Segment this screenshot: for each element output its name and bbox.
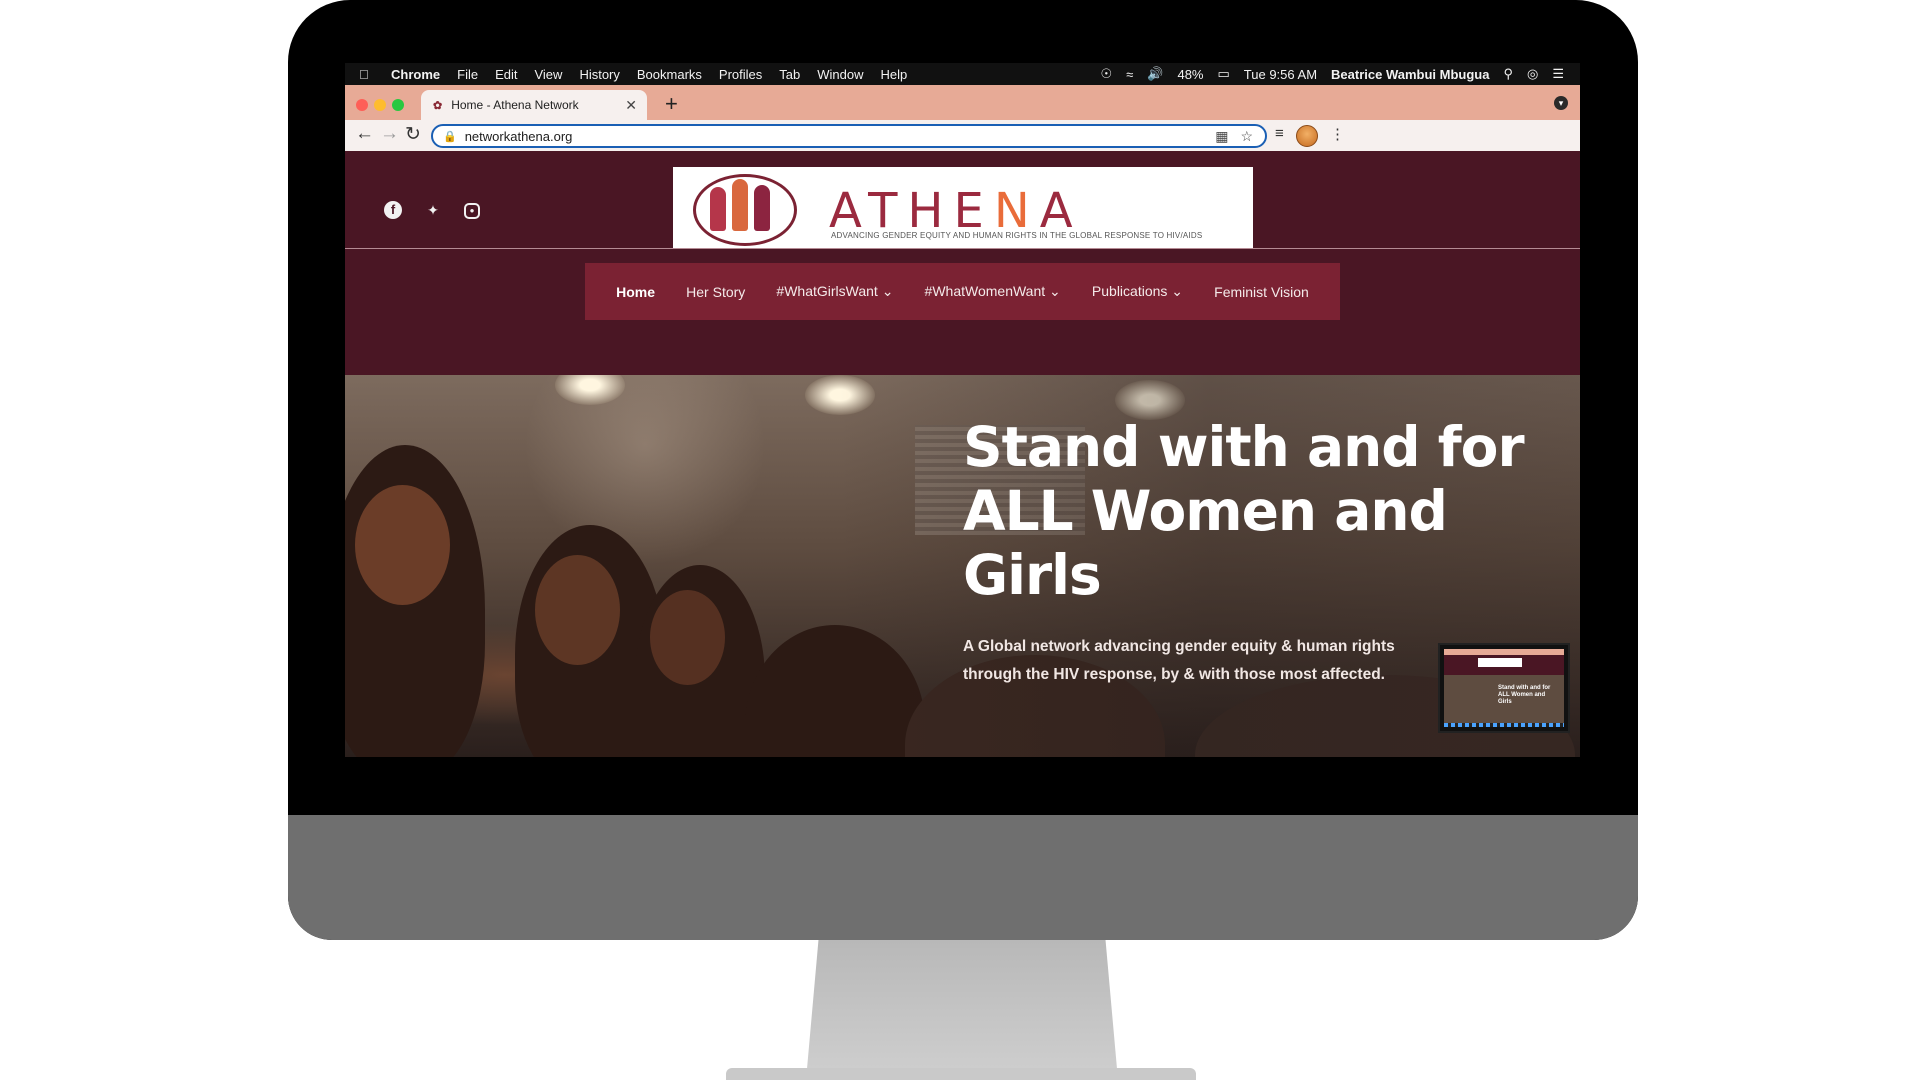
screen:  Chrome File Edit View History Bookmark… bbox=[345, 63, 1580, 757]
imac-chin bbox=[288, 815, 1638, 940]
nav-label: #WhatGirlsWant bbox=[776, 283, 878, 299]
url-text[interactable]: networkathena.org bbox=[465, 129, 1216, 144]
facebook-icon[interactable]: f bbox=[384, 201, 402, 219]
site-header: f ✦ ● ATHENA ADVANCING GENDER EQUITY AND… bbox=[345, 151, 1580, 255]
nav-label: Her Story bbox=[686, 283, 746, 300]
back-arrow-icon[interactable]: ← bbox=[355, 123, 374, 145]
user-name[interactable]: Beatrice Wambui Mbugua bbox=[1331, 67, 1489, 82]
imac-stand bbox=[806, 940, 1118, 1080]
thumbnail-dock bbox=[1444, 723, 1564, 727]
wifi-icon[interactable]: ≈ bbox=[1126, 67, 1133, 82]
nav-what-women-want[interactable]: #WhatWomenWant ⌄ bbox=[925, 283, 1061, 300]
chevron-down-icon: ⌄ bbox=[1049, 283, 1061, 299]
menu-tab[interactable]: Tab bbox=[779, 67, 800, 82]
emblem-figure bbox=[710, 187, 726, 231]
control-center-icon[interactable]: ☰ bbox=[1552, 66, 1564, 82]
reading-list-icon[interactable]: ≡ bbox=[1275, 125, 1284, 142]
volume-icon[interactable]: 🔊 bbox=[1147, 66, 1163, 82]
web-page: f ✦ ● ATHENA ADVANCING GENDER EQUITY AND… bbox=[345, 151, 1580, 757]
emblem-figure bbox=[732, 179, 748, 231]
browser-tab[interactable]: ✿ Home - Athena Network ✕ bbox=[421, 90, 647, 120]
menu-app-name[interactable]: Chrome bbox=[391, 67, 440, 82]
menu-profiles[interactable]: Profiles bbox=[719, 67, 762, 82]
screenshot-thumbnail[interactable]: Stand with and for ALL Women and Girls bbox=[1438, 643, 1570, 733]
chevron-down-icon: ⌄ bbox=[881, 283, 894, 299]
nav-home[interactable]: Home bbox=[616, 284, 655, 300]
siri-icon[interactable]: ◎ bbox=[1527, 66, 1538, 82]
tab-search-icon[interactable]: ▾ bbox=[1554, 96, 1568, 110]
spotlight-search-icon[interactable]: ⚲ bbox=[1503, 66, 1513, 82]
nav-her-story[interactable]: Her Story bbox=[686, 284, 745, 300]
qr-code-icon[interactable]: ▦ bbox=[1215, 128, 1228, 145]
mac-menu-bar:  Chrome File Edit View History Bookmark… bbox=[345, 63, 1580, 85]
nav-label: Feminist Vision bbox=[1214, 283, 1309, 300]
thumbnail-hero-title: Stand with and for ALL Women and Girls bbox=[1498, 685, 1551, 705]
tab-strip: ✿ Home - Athena Network ✕ + ▾ bbox=[345, 85, 1580, 120]
hero-title: Stand with and for ALL Women and Girls bbox=[963, 415, 1525, 607]
accessibility-icon[interactable]: ☉ bbox=[1100, 66, 1112, 82]
tab-title: Home - Athena Network bbox=[451, 98, 579, 112]
imac-stand-base bbox=[726, 1068, 1196, 1080]
battery-percent: 48% bbox=[1177, 66, 1204, 82]
nav-publications[interactable]: Publications ⌄ bbox=[1092, 283, 1183, 300]
athena-emblem bbox=[693, 174, 797, 246]
nav-feminist-vision[interactable]: Feminist Vision bbox=[1214, 284, 1309, 300]
close-window-button[interactable] bbox=[356, 99, 368, 111]
nav-label: Publications bbox=[1091, 283, 1168, 299]
menu-help[interactable]: Help bbox=[881, 67, 908, 82]
profile-avatar[interactable] bbox=[1296, 125, 1318, 147]
clock[interactable]: Tue 9:56 AM bbox=[1244, 67, 1317, 82]
browser-toolbar: ← → ↻ 🔒 networkathena.org ▦ ☆ ≡ ⋮ bbox=[345, 120, 1580, 152]
zoom-window-button[interactable] bbox=[392, 99, 404, 111]
nav-band: Home Her Story #WhatGirlsWant ⌄ #WhatWom… bbox=[345, 249, 1580, 375]
imac-frame:  Chrome File Edit View History Bookmark… bbox=[288, 0, 1638, 940]
menu-window[interactable]: Window bbox=[817, 67, 863, 82]
chevron-down-icon: ⌄ bbox=[1171, 283, 1184, 299]
new-tab-button[interactable]: + bbox=[665, 91, 678, 117]
main-nav: Home Her Story #WhatGirlsWant ⌄ #WhatWom… bbox=[585, 263, 1340, 320]
menu-bookmarks[interactable]: Bookmarks bbox=[637, 67, 702, 82]
menu-history[interactable]: History bbox=[579, 67, 619, 82]
bookmark-star-icon[interactable]: ☆ bbox=[1240, 128, 1253, 145]
battery-icon[interactable]: ▭ bbox=[1218, 66, 1230, 82]
hero-subtitle: A Global network advancing gender equity… bbox=[963, 638, 1395, 683]
chrome-menu-icon[interactable]: ⋮ bbox=[1330, 125, 1345, 143]
menu-file[interactable]: File bbox=[457, 67, 478, 82]
nav-label: Home bbox=[616, 283, 656, 300]
emblem-figure bbox=[754, 185, 770, 231]
nav-label: #WhatWomenWant bbox=[924, 283, 1046, 299]
nav-what-girls-want[interactable]: #WhatGirlsWant ⌄ bbox=[776, 283, 893, 300]
menu-edit[interactable]: Edit bbox=[495, 67, 517, 82]
reload-icon[interactable]: ↻ bbox=[405, 123, 421, 146]
forward-arrow-icon[interactable]: → bbox=[380, 123, 399, 145]
lock-icon[interactable]: 🔒 bbox=[443, 130, 457, 143]
athena-favicon-icon: ✿ bbox=[433, 99, 443, 112]
menu-status-area: ☉ ≈ 🔊 48% ▭ Tue 9:56 AM Beatrice Wambui … bbox=[1100, 66, 1564, 82]
address-bar[interactable]: 🔒 networkathena.org ▦ ☆ bbox=[431, 124, 1267, 148]
thumbnail-logo bbox=[1478, 658, 1522, 667]
minimize-window-button[interactable] bbox=[374, 99, 386, 111]
logo-tagline: ADVANCING GENDER EQUITY AND HUMAN RIGHTS… bbox=[831, 231, 1203, 240]
twitter-icon[interactable]: ✦ bbox=[424, 201, 442, 219]
instagram-icon[interactable]: ● bbox=[464, 203, 480, 219]
athena-logo[interactable]: ATHENA ADVANCING GENDER EQUITY AND HUMAN… bbox=[673, 167, 1253, 255]
tab-close-icon[interactable]: ✕ bbox=[625, 97, 637, 114]
menu-view[interactable]: View bbox=[534, 67, 562, 82]
hero-banner: Stand with and for ALL Women and Girls A… bbox=[345, 375, 1580, 757]
apple-icon[interactable]:  bbox=[359, 67, 381, 82]
